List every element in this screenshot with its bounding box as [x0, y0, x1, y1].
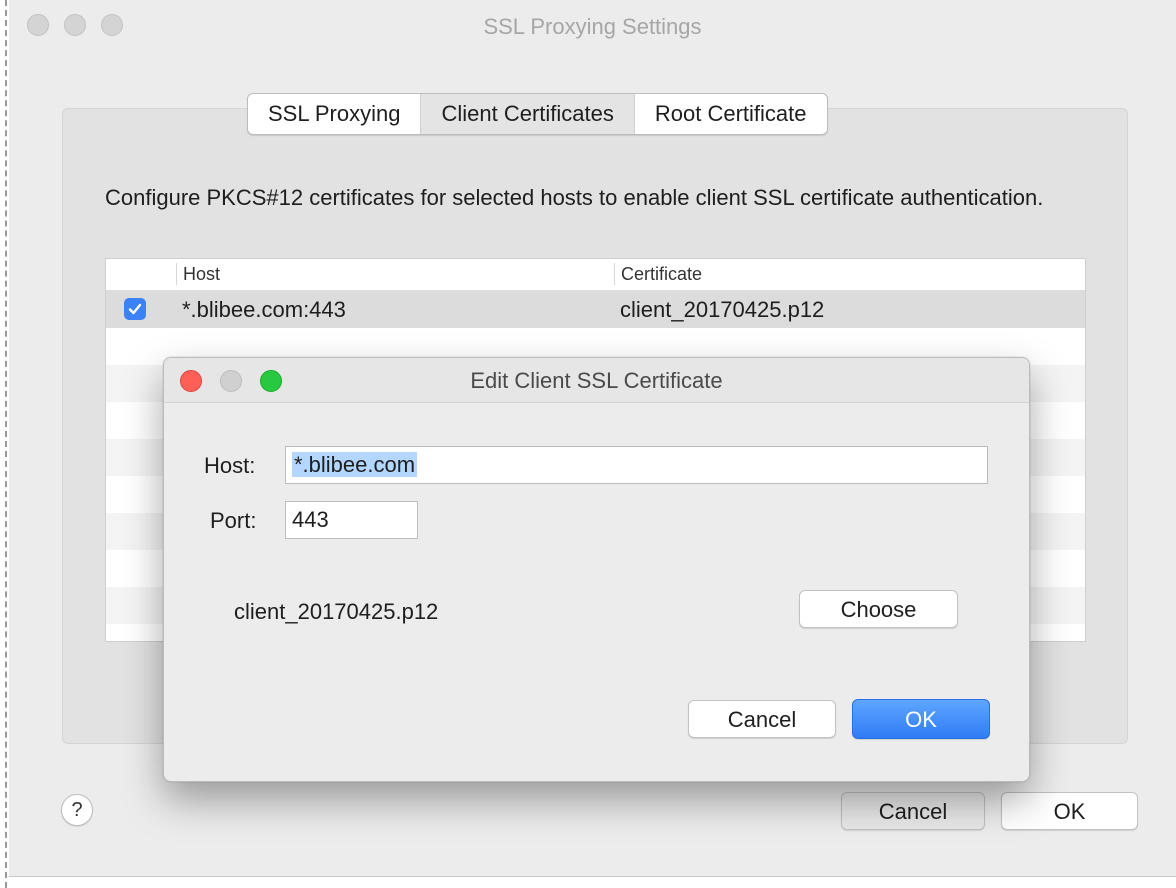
dialog-ok-button[interactable]: OK: [852, 699, 990, 739]
tab-ssl-proxying[interactable]: SSL Proxying: [248, 94, 422, 134]
tab-bar: SSL Proxying Client Certificates Root Ce…: [247, 93, 828, 135]
main-ok-button[interactable]: OK: [1001, 792, 1138, 830]
checkmark-icon: [128, 303, 142, 315]
column-header-certificate[interactable]: Certificate: [614, 263, 702, 285]
certificate-file-name: client_20170425.p12: [234, 599, 439, 624]
help-button[interactable]: ?: [61, 794, 93, 826]
dialog-cancel-button[interactable]: Cancel: [688, 700, 836, 738]
port-label: Port:: [210, 508, 257, 533]
host-input[interactable]: *.blibee.com: [285, 446, 988, 484]
main-titlebar: SSL Proxying Settings: [9, 0, 1176, 52]
column-header-host[interactable]: Host: [176, 263, 220, 285]
port-input[interactable]: 443: [285, 501, 418, 539]
row-certificate: client_20170425.p12: [620, 297, 825, 322]
host-input-value: *.blibee.com: [292, 452, 418, 477]
table-header: Host Certificate: [106, 259, 1085, 291]
host-label: Host:: [204, 453, 256, 478]
tab-client-certificates[interactable]: Client Certificates: [421, 94, 635, 134]
description-text: Configure PKCS#12 certificates for selec…: [105, 185, 1044, 210]
row-host: *.blibee.com:443: [182, 297, 346, 322]
main-cancel-button[interactable]: Cancel: [841, 792, 985, 830]
dialog-titlebar: Edit Client SSL Certificate: [164, 358, 1029, 403]
window-title: SSL Proxying Settings: [483, 14, 702, 39]
left-window-edge: [0, 0, 7, 888]
enabled-checkbox[interactable]: [124, 298, 146, 320]
edit-client-ssl-certificate-dialog: Edit Client SSL Certificate Host: *.blib…: [163, 357, 1030, 782]
choose-button[interactable]: Choose: [799, 590, 958, 628]
table-row[interactable]: *.blibee.com:443 client_20170425.p12: [106, 291, 1085, 328]
tab-root-certificate[interactable]: Root Certificate: [635, 94, 827, 134]
dialog-title: Edit Client SSL Certificate: [470, 368, 723, 393]
